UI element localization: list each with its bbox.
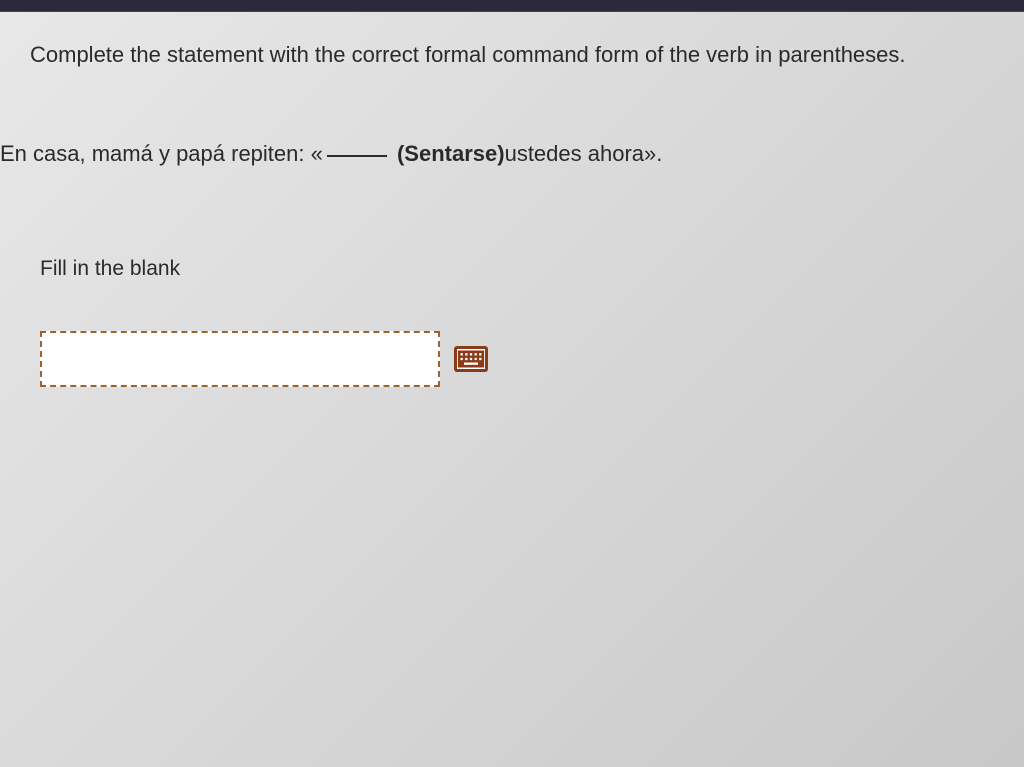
answer-input[interactable] bbox=[40, 331, 440, 387]
input-row bbox=[0, 281, 1024, 387]
question-prefix: En casa, mamá y papá repiten: « bbox=[0, 141, 323, 167]
input-wrapper bbox=[40, 331, 440, 387]
keyboard-icon bbox=[457, 349, 485, 369]
instruction-text: Complete the statement with the correct … bbox=[0, 12, 1024, 91]
question-text: En casa, mamá y papá repiten: « (Sentars… bbox=[0, 91, 1024, 187]
question-suffix: ustedes ahora». bbox=[505, 141, 663, 167]
blank-line bbox=[327, 155, 387, 157]
top-bar bbox=[0, 0, 1024, 12]
virtual-keyboard-button[interactable] bbox=[454, 346, 488, 372]
fill-in-blank-label: Fill in the blank bbox=[0, 187, 1024, 281]
verb-parenthetical: (Sentarse) bbox=[397, 141, 505, 167]
content-area: Complete the statement with the correct … bbox=[0, 12, 1024, 387]
